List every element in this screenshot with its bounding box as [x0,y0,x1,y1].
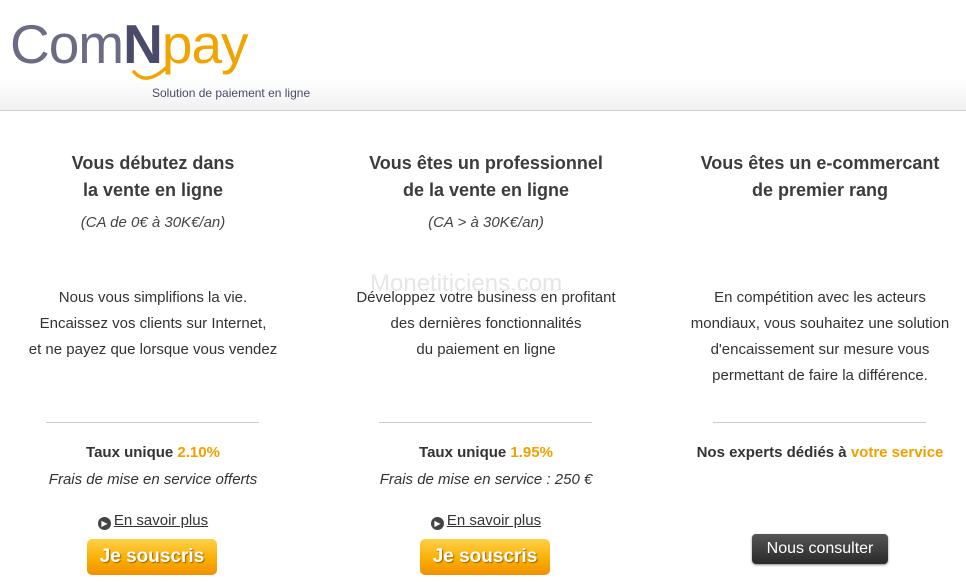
more-info-link[interactable]: En savoir plus [114,512,208,529]
offer-fees: Frais de mise en service offerts [48,471,258,488]
offer-title: Vous êtes un e-commercant de premier ran… [700,153,940,200]
offer-subtitle: (CA de 0€ à 30K€/an) [80,214,226,231]
offer-title: Vous débutez dans la vente en ligne [71,153,235,200]
rate-value: votre service [850,444,944,461]
offer-rate: Taux unique 2.10% [86,444,220,461]
offer-description: En compétition avec les acteurs mondiaux… [690,289,950,384]
divider [46,422,259,423]
site-header: ComNpay Solution de paiement en ligne [0,0,966,111]
more-info: ▶ En savoir plus [0,512,313,530]
contact-us-button[interactable]: Nous consulter [752,534,888,564]
offer-rate: Taux unique 1.95% [419,444,553,461]
offer-subtitle [660,214,966,234]
logo-swoosh-icon [132,66,168,80]
circle-arrow-right-icon: ▶ [97,517,111,530]
more-info-link[interactable]: En savoir plus [447,512,541,529]
subscribe-button[interactable]: Je souscris [420,539,550,575]
rate-value: 2.10% [177,444,220,461]
offer-subtitle: (CA > à 30K€/an) [428,214,544,231]
logo-tagline: Solution de paiement en ligne [152,86,311,100]
offer-description: Nous vous simplifions la vie. Encaissez … [28,289,278,358]
offer-rate: Nos experts dédiés à votre service [696,444,944,461]
divider [713,422,926,423]
rate-value: 1.95% [510,444,553,461]
subscribe-button[interactable]: Je souscris [87,539,217,575]
logo-wordmark: ComNpay [10,13,249,75]
more-info: ▶ En savoir plus [326,512,646,530]
offer-premium: Vous êtes un e-commercant de premier ran… [660,150,966,587]
offer-description: Développez votre business en profitant d… [356,289,616,358]
circle-arrow-right-icon: ▶ [430,517,444,530]
offer-professional: Vous êtes un professionnel de la vente e… [326,150,646,587]
comnpay-logo[interactable]: ComNpay Solution de paiement en ligne [10,4,330,104]
offer-starter: Vous débutez dans la vente en ligne (CA … [0,150,313,587]
offer-title: Vous êtes un professionnel de la vente e… [369,153,603,200]
divider [379,422,592,423]
offer-fees: Frais de mise en service : 250 € [379,471,593,488]
